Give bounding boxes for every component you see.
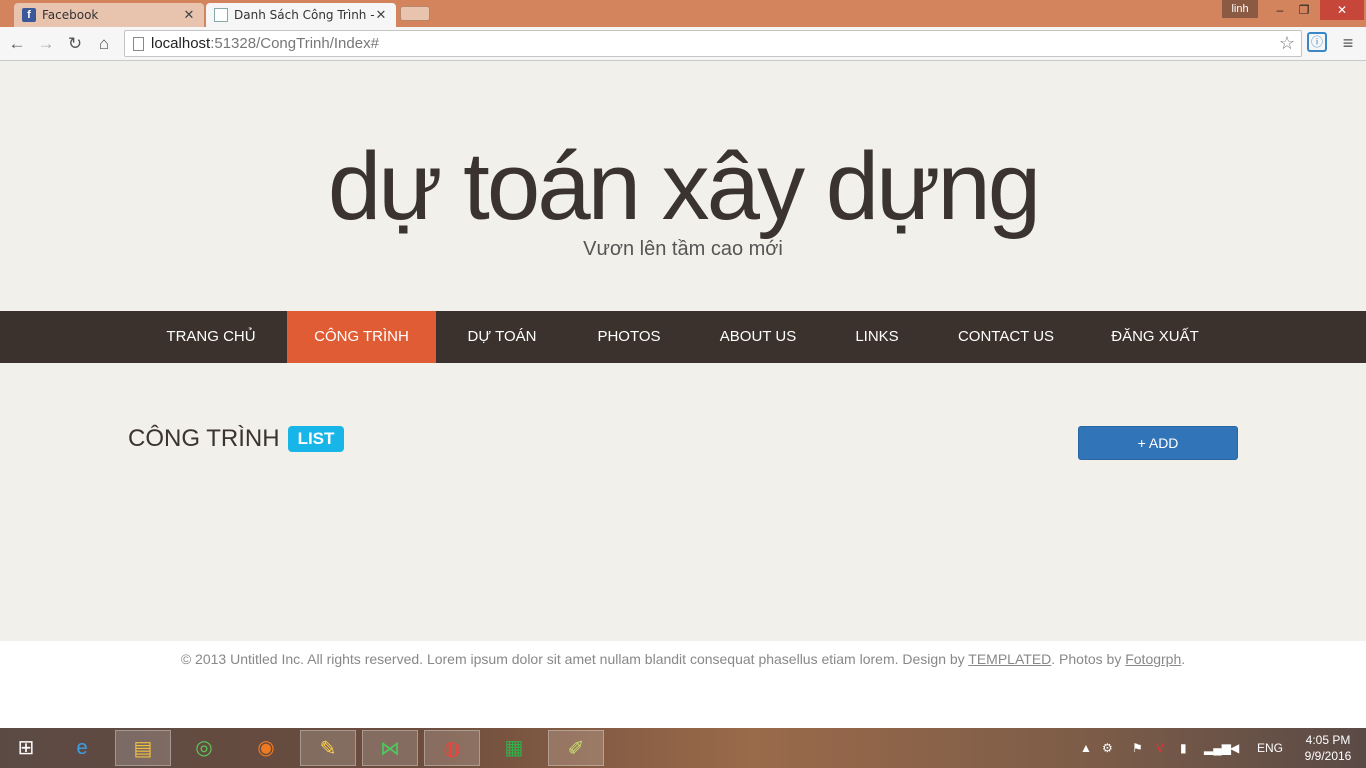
menu-icon[interactable]: ≡: [1338, 33, 1358, 53]
forward-icon[interactable]: →: [34, 32, 58, 56]
store-icon[interactable]: ▦: [486, 730, 542, 766]
extension-icon[interactable]: ⓘ: [1307, 32, 1327, 52]
nav-item-about-us[interactable]: ABOUT US: [706, 311, 810, 363]
tab-facebook[interactable]: f Facebook ✕: [14, 3, 204, 27]
file-explorer-icon[interactable]: ▤: [115, 730, 171, 766]
maximize-button[interactable]: ❐: [1292, 0, 1316, 20]
internet-explorer-icon[interactable]: e: [54, 730, 110, 766]
url-text: localhost:51328/CongTrinh/Index#: [151, 35, 379, 52]
signal-icon[interactable]: ▂▄▆: [1204, 728, 1231, 768]
address-bar[interactable]: localhost:51328/CongTrinh/Index# ☆: [124, 30, 1302, 57]
nav-item-contact-us[interactable]: CONTACT US: [944, 311, 1068, 363]
network-icon[interactable]: ⚙: [1102, 728, 1113, 768]
web-page: dự toán xây dựng Vươn lên tầm cao mới TR…: [0, 62, 1366, 728]
profile-badge[interactable]: linh: [1222, 0, 1258, 18]
vivaldi-icon[interactable]: V: [1156, 728, 1164, 768]
fotogrph-link[interactable]: Fotogrph: [1125, 651, 1181, 667]
list-badge: LIST: [287, 426, 345, 452]
footer-text: © 2013 Untitled Inc. All rights reserved…: [180, 651, 1186, 667]
templated-link[interactable]: TEMPLATED: [968, 651, 1051, 667]
content-heading: CÔNG TRÌNH LIST: [128, 425, 345, 453]
facebook-icon: f: [22, 8, 36, 22]
site-tagline: Vươn lên tầm cao mới: [583, 238, 783, 260]
clock[interactable]: 4:05 PM 9/9/2016: [1296, 732, 1360, 764]
nav-item-photos[interactable]: PHOTOS: [582, 311, 676, 363]
visual-studio-icon[interactable]: ⋈: [362, 730, 418, 766]
tab-danh-sach-cong-trinh[interactable]: Danh Sách Công Trình - M ✕: [206, 3, 396, 27]
power-icon[interactable]: ▮: [1180, 728, 1187, 768]
page-icon: [133, 37, 144, 51]
tab-title: Facebook: [42, 8, 99, 22]
chrome-icon[interactable]: ◍: [424, 730, 480, 766]
footer: © 2013 Untitled Inc. All rights reserved…: [0, 641, 1366, 728]
new-tab-button[interactable]: [400, 6, 430, 21]
reload-icon[interactable]: ↻: [63, 32, 87, 56]
browser-titlebar: f Facebook ✕ Danh Sách Công Trình - M ✕ …: [0, 0, 1366, 27]
page-icon: [214, 8, 228, 22]
browser-toolbar: ← → ↻ ⌂ localhost:51328/CongTrinh/Index#…: [0, 27, 1366, 61]
app-icon[interactable]: ◎: [176, 730, 232, 766]
nav-item-cong-trinh[interactable]: CÔNG TRÌNH: [287, 311, 436, 363]
home-icon[interactable]: ⌂: [92, 32, 116, 56]
volume-icon[interactable]: ◀: [1230, 728, 1239, 768]
minimize-button[interactable]: –: [1268, 0, 1292, 20]
bookmark-star-icon[interactable]: ☆: [1279, 33, 1295, 54]
tab-title: Danh Sách Công Trình - M: [234, 8, 374, 22]
close-tab-icon[interactable]: ✕: [182, 8, 196, 23]
nav-item-trang-chu[interactable]: TRANG CHỦ: [154, 311, 268, 363]
windows-start-icon[interactable]: ⊞: [8, 730, 44, 766]
nav-item-dang-xuat[interactable]: ĐĂNG XUẤT: [1098, 311, 1212, 363]
nav-item-du-toan[interactable]: DỰ TOÁN: [452, 311, 552, 363]
site-title: dự toán xây dựng: [327, 133, 1041, 240]
close-tab-icon[interactable]: ✕: [374, 8, 388, 23]
main-nav: TRANG CHỦ CÔNG TRÌNH DỰ TOÁN PHOTOS ABOU…: [0, 311, 1366, 363]
clock-date: 9/9/2016: [1304, 749, 1352, 763]
language-indicator[interactable]: ENG: [1257, 728, 1283, 768]
clock-time: 4:05 PM: [1305, 733, 1351, 747]
tools-icon[interactable]: ✎: [300, 730, 356, 766]
section-title: CÔNG TRÌNH: [128, 425, 280, 452]
taskbar: ⊞ e ▤ ◎ ◉ ✎ ⋈ ◍ ▦ ✐ ▲ ⚙ ⚑ V ▮ ▂▄▆ ◀ ENG …: [0, 728, 1366, 768]
action-center-icon[interactable]: ⚑: [1132, 728, 1143, 768]
show-hidden-icons-icon[interactable]: ▲: [1080, 728, 1092, 768]
firefox-icon[interactable]: ◉: [238, 730, 294, 766]
add-button[interactable]: + ADD: [1078, 426, 1238, 460]
notepad-icon[interactable]: ✐: [548, 730, 604, 766]
back-icon[interactable]: ←: [5, 32, 29, 56]
close-window-button[interactable]: ✕: [1320, 0, 1364, 20]
nav-item-links[interactable]: LINKS: [840, 311, 914, 363]
